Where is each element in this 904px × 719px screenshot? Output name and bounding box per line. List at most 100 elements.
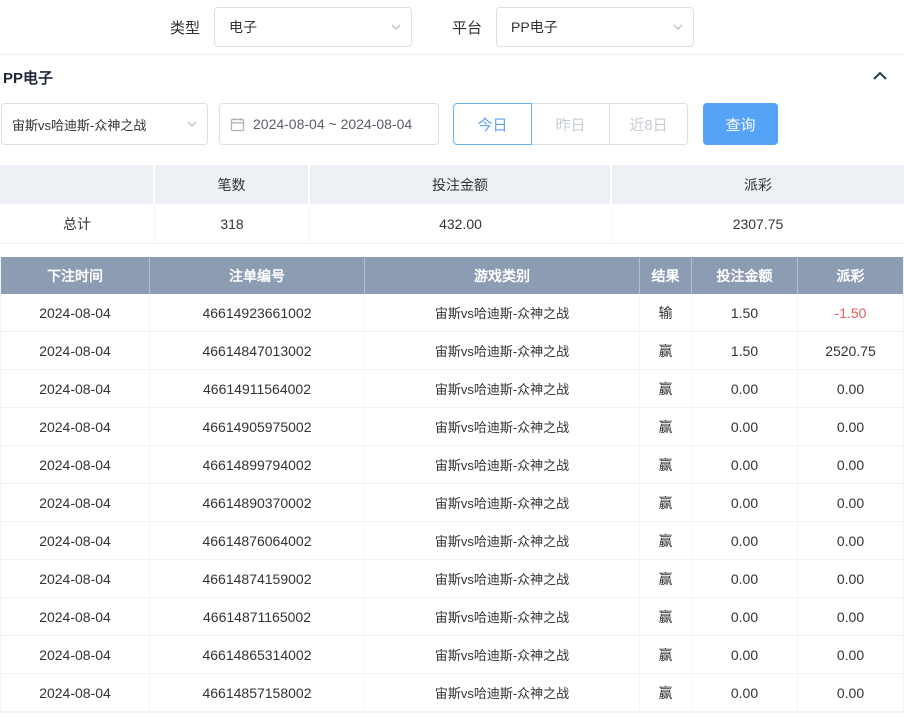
bets-table: 下注时间 注单编号 游戏类别 结果 投注金额 派彩 2024-08-04 466… xyxy=(0,257,904,713)
chevron-down-icon xyxy=(187,119,197,129)
bet-amount: 1.50 xyxy=(692,294,798,331)
bet-id: 46614857158002 xyxy=(150,674,365,711)
platform-select-value: PP电子 xyxy=(511,17,558,37)
page: 类型 电子 平台 PP电子 PP电子 宙斯vs哈迪斯-众神之战 xyxy=(0,0,904,713)
bet-amount: 0.00 xyxy=(692,598,798,635)
platform-label: 平台 xyxy=(452,17,482,38)
table-row: 2024-08-04 46614911564002 宙斯vs哈迪斯-众神之战 赢… xyxy=(1,370,903,408)
summary-total-row: 总计 318 432.00 2307.75 xyxy=(0,204,904,244)
bet-id: 46614911564002 xyxy=(150,370,365,407)
bet-result: 赢 xyxy=(640,636,692,673)
table-row: 2024-08-04 46614865314002 宙斯vs哈迪斯-众神之战 赢… xyxy=(1,636,903,674)
summary-table: 笔数 投注金额 派彩 总计 318 432.00 2307.75 xyxy=(0,165,904,244)
type-label: 类型 xyxy=(170,17,200,38)
date-shortcut-group: 今日 昨日 近8日 xyxy=(453,103,688,145)
table-row: 2024-08-04 46614876064002 宙斯vs哈迪斯-众神之战 赢… xyxy=(1,522,903,560)
bet-amount: 0.00 xyxy=(692,484,798,521)
bet-result: 输 xyxy=(640,294,692,331)
bet-payout: 0.00 xyxy=(798,446,903,483)
bet-id: 46614923661002 xyxy=(150,294,365,331)
bet-game: 宙斯vs哈迪斯-众神之战 xyxy=(365,598,640,635)
type-select[interactable]: 电子 xyxy=(214,7,412,47)
bet-amount: 0.00 xyxy=(692,636,798,673)
bet-game: 宙斯vs哈迪斯-众神之战 xyxy=(365,484,640,521)
header-bet-id: 注单编号 xyxy=(150,257,365,294)
platform-select[interactable]: PP电子 xyxy=(496,7,694,47)
bet-id: 46614871165002 xyxy=(150,598,365,635)
table-row: 2024-08-04 46614923661002 宙斯vs哈迪斯-众神之战 输… xyxy=(1,294,903,332)
bet-date: 2024-08-04 xyxy=(1,522,150,559)
bet-result: 赢 xyxy=(640,560,692,597)
bet-date: 2024-08-04 xyxy=(1,598,150,635)
table-row: 2024-08-04 46614857158002 宙斯vs哈迪斯-众神之战 赢… xyxy=(1,674,903,712)
bet-amount: 0.00 xyxy=(692,674,798,711)
bet-result: 赢 xyxy=(640,598,692,635)
header-result: 结果 xyxy=(640,257,692,294)
bet-game: 宙斯vs哈迪斯-众神之战 xyxy=(365,522,640,559)
bet-game: 宙斯vs哈迪斯-众神之战 xyxy=(365,446,640,483)
bet-payout: 0.00 xyxy=(798,598,903,635)
section-header: PP电子 xyxy=(0,55,904,99)
chevron-down-icon xyxy=(391,22,401,32)
table-row: 2024-08-04 46614874159002 宙斯vs哈迪斯-众神之战 赢… xyxy=(1,560,903,598)
bet-amount: 0.00 xyxy=(692,560,798,597)
bet-game: 宙斯vs哈迪斯-众神之战 xyxy=(365,370,640,407)
collapse-button[interactable] xyxy=(870,68,890,87)
bet-date: 2024-08-04 xyxy=(1,294,150,331)
bet-id: 46614874159002 xyxy=(150,560,365,597)
bet-id: 46614905975002 xyxy=(150,408,365,445)
bet-game: 宙斯vs哈迪斯-众神之战 xyxy=(365,408,640,445)
bet-date: 2024-08-04 xyxy=(1,636,150,673)
bet-date: 2024-08-04 xyxy=(1,560,150,597)
calendar-icon xyxy=(230,117,245,132)
bet-date: 2024-08-04 xyxy=(1,332,150,369)
top-filter-bar: 类型 电子 平台 PP电子 xyxy=(0,0,904,55)
bet-amount: 0.00 xyxy=(692,446,798,483)
bet-amount: 1.50 xyxy=(692,332,798,369)
bet-amount: 0.00 xyxy=(692,370,798,407)
bet-result: 赢 xyxy=(640,484,692,521)
bet-result: 赢 xyxy=(640,408,692,445)
summary-header-amount: 投注金额 xyxy=(310,165,612,204)
section-title: PP电子 xyxy=(3,67,53,88)
bet-id: 46614865314002 xyxy=(150,636,365,673)
bets-table-body: 2024-08-04 46614923661002 宙斯vs哈迪斯-众神之战 输… xyxy=(1,294,903,712)
header-bet-time: 下注时间 xyxy=(1,257,150,294)
table-row: 2024-08-04 46614890370002 宙斯vs哈迪斯-众神之战 赢… xyxy=(1,484,903,522)
last8days-button[interactable]: 近8日 xyxy=(609,103,688,145)
date-range-input[interactable]: 2024-08-04 ~ 2024-08-04 xyxy=(219,103,439,145)
table-row: 2024-08-04 46614847013002 宙斯vs哈迪斯-众神之战 赢… xyxy=(1,332,903,370)
summary-header-count: 笔数 xyxy=(155,165,310,204)
header-payout: 派彩 xyxy=(798,257,903,294)
today-button[interactable]: 今日 xyxy=(453,103,532,145)
summary-header-payout: 派彩 xyxy=(612,165,904,204)
chevron-up-icon xyxy=(872,70,888,85)
table-row: 2024-08-04 46614899794002 宙斯vs哈迪斯-众神之战 赢… xyxy=(1,446,903,484)
bet-payout: 0.00 xyxy=(798,674,903,711)
toolbar: 宙斯vs哈迪斯-众神之战 2024-08-04 ~ 2024-08-04 今日 … xyxy=(1,103,904,145)
bet-id: 46614899794002 xyxy=(150,446,365,483)
bet-result: 赢 xyxy=(640,674,692,711)
bet-payout: 2520.75 xyxy=(798,332,903,369)
table-row: 2024-08-04 46614871165002 宙斯vs哈迪斯-众神之战 赢… xyxy=(1,598,903,636)
header-game-type: 游戏类别 xyxy=(365,257,640,294)
yesterday-button[interactable]: 昨日 xyxy=(531,103,610,145)
bet-date: 2024-08-04 xyxy=(1,408,150,445)
bet-date: 2024-08-04 xyxy=(1,370,150,407)
bet-payout: 0.00 xyxy=(798,522,903,559)
bet-id: 46614890370002 xyxy=(150,484,365,521)
summary-header-row: 笔数 投注金额 派彩 xyxy=(0,165,904,204)
bet-game: 宙斯vs哈迪斯-众神之战 xyxy=(365,560,640,597)
bet-payout: -1.50 xyxy=(798,294,903,331)
bet-result: 赢 xyxy=(640,332,692,369)
query-button[interactable]: 查询 xyxy=(703,103,778,145)
bet-date: 2024-08-04 xyxy=(1,446,150,483)
chevron-down-icon xyxy=(673,22,683,32)
bet-payout: 0.00 xyxy=(798,484,903,521)
bet-payout: 0.00 xyxy=(798,370,903,407)
summary-total-payout: 2307.75 xyxy=(612,204,904,244)
bet-payout: 0.00 xyxy=(798,408,903,445)
bet-payout: 0.00 xyxy=(798,560,903,597)
game-select[interactable]: 宙斯vs哈迪斯-众神之战 xyxy=(1,103,208,145)
bet-amount: 0.00 xyxy=(692,408,798,445)
